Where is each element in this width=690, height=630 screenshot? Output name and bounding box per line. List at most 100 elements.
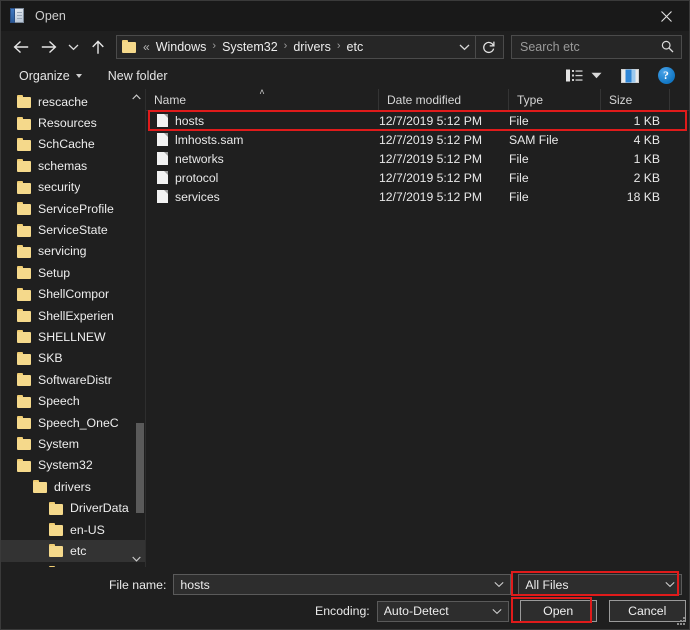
breadcrumb-item-0[interactable]: Windows: [154, 40, 209, 54]
cell-type: SAM File: [509, 132, 559, 147]
tree-item-schemas[interactable]: schemas: [1, 155, 145, 176]
open-file-dialog: Open « Windows › System32 › drivers › et…: [0, 0, 690, 630]
tree-item-system32[interactable]: System32: [1, 455, 145, 476]
encoding-label: Encoding:: [315, 604, 370, 618]
column-header-label: Size: [609, 92, 633, 107]
breadcrumb-separator[interactable]: ›: [208, 41, 220, 52]
tree-item-label: Setup: [38, 265, 71, 280]
command-bar-right: ?: [561, 65, 689, 87]
tree-item-softwaredistr[interactable]: SoftwareDistr: [1, 369, 145, 390]
view-dropdown-button[interactable]: [587, 65, 605, 87]
chevron-down-icon[interactable]: [661, 581, 679, 588]
tree-item-servicestate[interactable]: ServiceState: [1, 219, 145, 240]
tree-item-drivers[interactable]: drivers: [1, 476, 145, 497]
cell-size: 1 KB: [633, 151, 660, 166]
back-button[interactable]: [7, 34, 35, 60]
cell-date: 12/7/2019 5:12 PM: [379, 151, 482, 166]
view-list-icon: [565, 69, 582, 82]
organize-label: Organize: [19, 68, 70, 83]
tree-item-speech[interactable]: Speech: [1, 390, 145, 411]
cell-date: 12/7/2019 5:12 PM: [379, 189, 482, 204]
filename-input[interactable]: hosts: [173, 574, 512, 595]
tree-item-en-us[interactable]: en-US: [1, 519, 145, 540]
tree-item-label: schemas: [38, 158, 88, 173]
tree-item-system[interactable]: System: [1, 433, 145, 454]
tree-item-etc[interactable]: etc: [1, 540, 145, 562]
open-button[interactable]: Open: [519, 600, 597, 622]
encoding-value: Auto-Detect: [383, 604, 449, 618]
table-row[interactable]: hosts 12/7/2019 5:12 PM File 1 KB: [146, 111, 689, 130]
folder-icon: [17, 137, 32, 151]
tree-item-serviceprofile[interactable]: ServiceProfile: [1, 198, 145, 219]
tree-item-schcache[interactable]: SchCache: [1, 134, 145, 155]
organize-button[interactable]: Organize: [13, 66, 88, 86]
column-header-size[interactable]: Size: [601, 88, 670, 111]
preview-pane-button[interactable]: [617, 65, 643, 87]
cancel-button[interactable]: Cancel: [608, 600, 686, 622]
folder-icon: [17, 159, 32, 173]
search-input[interactable]: [520, 39, 661, 54]
refresh-button[interactable]: [476, 36, 502, 58]
new-folder-button[interactable]: New folder: [102, 66, 174, 86]
tree-item-label: DriverData: [70, 501, 129, 516]
column-header-type[interactable]: Type: [509, 88, 601, 111]
chevron-down-icon: [68, 44, 79, 50]
close-button[interactable]: [644, 1, 689, 31]
nav-scrollbar-thumb[interactable]: [136, 423, 144, 513]
file-type-filter[interactable]: All Files: [518, 574, 683, 595]
view-options-button[interactable]: [561, 65, 587, 87]
tree-item-security[interactable]: security: [1, 177, 145, 198]
table-row[interactable]: services 12/7/2019 5:12 PM File 18 KB: [146, 187, 689, 206]
folder-icon: [17, 95, 32, 109]
chevron-down-icon[interactable]: [490, 581, 508, 588]
table-row[interactable]: lmhosts.sam 12/7/2019 5:12 PM SAM File 4 KB: [146, 130, 689, 149]
search-box[interactable]: [511, 34, 682, 59]
nav-scrollbar[interactable]: [135, 105, 145, 551]
filename-row: File name: hosts All Files: [109, 574, 683, 595]
cell-size: 2 KB: [633, 170, 660, 185]
dialog-footer: File name: hosts All Files Encoding: Aut…: [1, 567, 689, 629]
navigation-pane: rescache Resources SchCache schemas security…: [1, 89, 146, 567]
breadcrumb-item-2[interactable]: drivers: [291, 40, 333, 54]
up-button[interactable]: [84, 34, 112, 60]
file-icon: [157, 190, 168, 203]
tree-item-label: Speech_OneC: [38, 415, 119, 430]
breadcrumb-separator[interactable]: ›: [333, 41, 345, 52]
breadcrumb-separator[interactable]: ›: [280, 41, 292, 52]
folder-icon: [17, 287, 32, 301]
tree-item-servicing[interactable]: servicing: [1, 241, 145, 262]
tree-item-resources[interactable]: Resources: [1, 112, 145, 133]
nav-scroll-up-button[interactable]: [130, 90, 143, 103]
table-row[interactable]: protocol 12/7/2019 5:12 PM File 2 KB: [146, 168, 689, 187]
help-button[interactable]: ?: [653, 65, 679, 87]
folder-icon: [17, 116, 32, 130]
tree-item-label: ShellExperien: [38, 308, 114, 323]
tree-item-shellcompor[interactable]: ShellCompor: [1, 284, 145, 305]
resize-grip-icon[interactable]: [676, 617, 686, 627]
address-dropdown-button[interactable]: [453, 36, 475, 58]
table-row[interactable]: networks 12/7/2019 5:12 PM File 1 KB: [146, 149, 689, 168]
breadcrumb-item-3[interactable]: etc: [345, 40, 366, 54]
tree-item-label: etc: [70, 543, 87, 558]
tree-item-speech-onec[interactable]: Speech_OneC: [1, 412, 145, 433]
tree-item-rescache[interactable]: rescache: [1, 91, 145, 112]
chevron-down-icon[interactable]: [488, 608, 506, 615]
address-bar[interactable]: « Windows › System32 › drivers › etc: [116, 34, 504, 59]
forward-button[interactable]: [35, 34, 63, 60]
tree-item-driverdata[interactable]: DriverData: [1, 497, 145, 518]
column-header-name[interactable]: ˄ Name: [146, 87, 379, 111]
nav-scroll-down-button[interactable]: [130, 552, 143, 565]
recent-locations-button[interactable]: [63, 34, 84, 60]
breadcrumb-item-1[interactable]: System32: [220, 40, 280, 54]
tree-item-shellnew[interactable]: SHELLNEW: [1, 326, 145, 347]
tree-item-setup[interactable]: Setup: [1, 262, 145, 283]
breadcrumb-overflow[interactable]: «: [143, 40, 150, 54]
cell-size: 4 KB: [633, 132, 660, 147]
folder-icon: [17, 437, 32, 451]
tree-item-label: ServiceState: [38, 223, 108, 238]
encoding-select[interactable]: Auto-Detect: [376, 600, 509, 622]
column-header-date[interactable]: Date modified: [379, 88, 509, 111]
tree-item-skb[interactable]: SKB: [1, 348, 145, 369]
tree-item-shellexperien[interactable]: ShellExperien: [1, 305, 145, 326]
chevron-up-icon: [132, 93, 141, 99]
